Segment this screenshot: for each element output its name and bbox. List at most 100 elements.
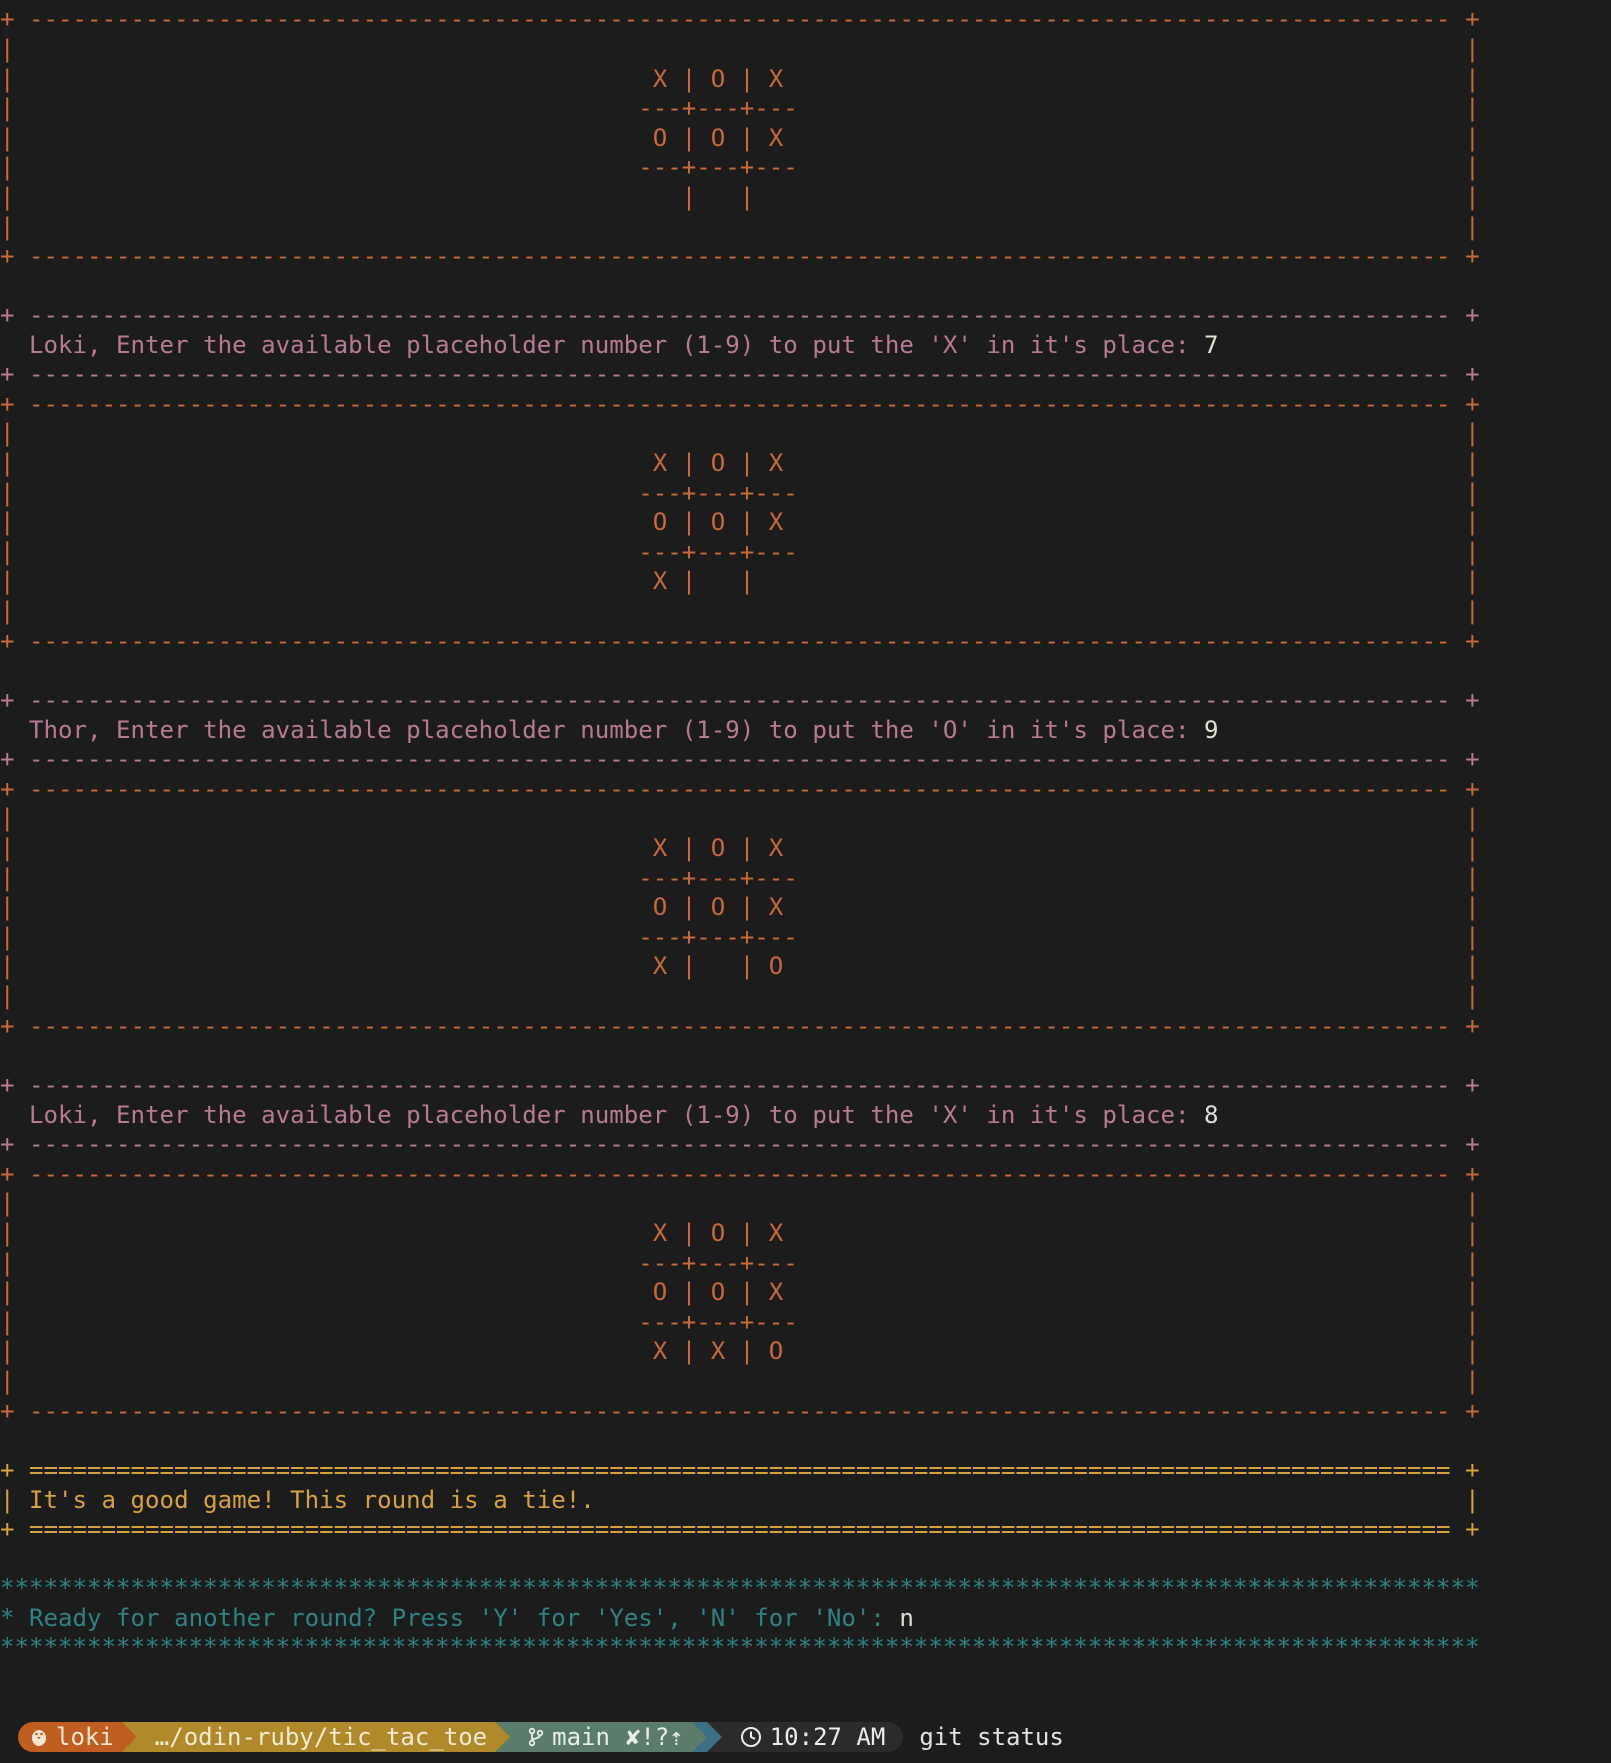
terminal-line-text: | ---+---+--- | bbox=[0, 538, 1480, 566]
terminal-line-text: Loki, Enter the available placeholder nu… bbox=[0, 1101, 1204, 1129]
terminal-line: + --------------------------------------… bbox=[0, 1071, 1480, 1100]
terminal-line: | ---+---+--- | bbox=[0, 94, 1480, 123]
terminal-line: | ---+---+--- | bbox=[0, 864, 1480, 893]
terminal-line-text: | O | O | X | bbox=[0, 124, 1480, 152]
terminal-line-text: | | bbox=[0, 1367, 1480, 1395]
terminal-line-text: | ---+---+--- | bbox=[0, 1308, 1480, 1336]
terminal-line: + ======================================… bbox=[0, 1456, 1480, 1485]
terminal-line-text: | ---+---+--- | bbox=[0, 153, 1480, 181]
prompt-user-segment: loki bbox=[18, 1722, 122, 1752]
terminal-line-text: | | bbox=[0, 982, 1480, 1010]
terminal-line: + --------------------------------------… bbox=[0, 1397, 1480, 1426]
terminal-line: | | bbox=[0, 419, 1480, 448]
terminal-line: | | bbox=[0, 982, 1480, 1011]
terminal-line: + --------------------------------------… bbox=[0, 360, 1480, 389]
terminal-line-text: + --------------------------------------… bbox=[0, 1397, 1480, 1425]
terminal-line: | ---+---+--- | bbox=[0, 1308, 1480, 1337]
terminal-line: | | | | bbox=[0, 183, 1480, 212]
terminal-line-text: + --------------------------------------… bbox=[0, 686, 1480, 714]
terminal-line-text: + --------------------------------------… bbox=[0, 5, 1480, 33]
terminal-line: | | bbox=[0, 1367, 1480, 1396]
terminal-line: | | bbox=[0, 597, 1480, 626]
terminal-line: | X | O | X | bbox=[0, 1219, 1480, 1248]
terminal-line-text: | ---+---+--- | bbox=[0, 923, 1480, 951]
terminal-line-text: + ======================================… bbox=[0, 1515, 1480, 1543]
terminal-line-text: | X | | | bbox=[0, 567, 1480, 595]
terminal-line: | O | O | X | bbox=[0, 124, 1480, 153]
terminal-line-text: | ---+---+--- | bbox=[0, 479, 1480, 507]
user-input-value: 9 bbox=[1203, 716, 1219, 744]
clock-icon bbox=[740, 1726, 762, 1748]
terminal-line: Thor, Enter the available placeholder nu… bbox=[0, 716, 1219, 745]
terminal-line: * Ready for another round? Press 'Y' for… bbox=[0, 1604, 914, 1633]
prompt-branch: main bbox=[552, 1723, 610, 1751]
terminal-line-text: + --------------------------------------… bbox=[0, 1071, 1480, 1099]
terminal-line-text: | | | | bbox=[0, 183, 1480, 211]
terminal-window[interactable]: + --------------------------------------… bbox=[0, 0, 1611, 1763]
prompt-time: 10:27 AM bbox=[769, 1723, 886, 1751]
user-input-value: n bbox=[899, 1604, 914, 1632]
terminal-line-text: | | bbox=[0, 597, 1480, 625]
terminal-line: | It's a good game! This round is a tie!… bbox=[0, 1486, 1480, 1515]
terminal-line: | X | O | X | bbox=[0, 449, 1480, 478]
terminal-line: + --------------------------------------… bbox=[0, 1160, 1480, 1189]
terminal-line-text: | ---+---+--- | bbox=[0, 864, 1480, 892]
terminal-line: | | bbox=[0, 213, 1480, 242]
terminal-line-text: | X | O | X | bbox=[0, 834, 1480, 862]
terminal-line: | X | X | O | bbox=[0, 1337, 1480, 1366]
terminal-line: | O | O | X | bbox=[0, 893, 1480, 922]
terminal-line: Loki, Enter the available placeholder nu… bbox=[0, 1101, 1219, 1130]
prompt-username: loki bbox=[56, 1723, 114, 1751]
terminal-line: | X | | O | bbox=[0, 952, 1480, 981]
terminal-line: + --------------------------------------… bbox=[0, 301, 1480, 330]
terminal-line-text: Thor, Enter the available placeholder nu… bbox=[0, 716, 1204, 744]
git-branch-icon bbox=[528, 1727, 544, 1747]
terminal-line: + --------------------------------------… bbox=[0, 1012, 1480, 1041]
terminal-line: | | bbox=[0, 1189, 1480, 1218]
terminal-line: Loki, Enter the available placeholder nu… bbox=[0, 331, 1219, 360]
terminal-line-text: | X | O | X | bbox=[0, 449, 1480, 477]
terminal-line-text: ****************************************… bbox=[0, 1633, 1480, 1661]
terminal-line: + --------------------------------------… bbox=[0, 390, 1480, 419]
terminal-line-text: | O | O | X | bbox=[0, 1278, 1480, 1306]
user-input-value: 7 bbox=[1203, 331, 1219, 359]
segment-separator bbox=[495, 1722, 511, 1752]
terminal-line: | ---+---+--- | bbox=[0, 479, 1480, 508]
terminal-line: + --------------------------------------… bbox=[0, 242, 1480, 271]
terminal-line-text: | ---+---+--- | bbox=[0, 94, 1480, 122]
terminal-line: | ---+---+--- | bbox=[0, 153, 1480, 182]
terminal-line-text: + --------------------------------------… bbox=[0, 1130, 1480, 1158]
terminal-line-text: + --------------------------------------… bbox=[0, 1012, 1480, 1040]
terminal-line: | X | O | X | bbox=[0, 834, 1480, 863]
terminal-line-text: | | bbox=[0, 1189, 1480, 1217]
terminal-line: + --------------------------------------… bbox=[0, 745, 1480, 774]
terminal-line-text: ****************************************… bbox=[0, 1574, 1480, 1602]
terminal-line-text: + --------------------------------------… bbox=[0, 390, 1480, 418]
terminal-line: | | bbox=[0, 35, 1480, 64]
terminal-line-text: | X | X | O | bbox=[0, 1337, 1480, 1365]
terminal-line: + --------------------------------------… bbox=[0, 686, 1480, 715]
terminal-line-text: | It's a good game! This round is a tie!… bbox=[0, 1486, 1480, 1514]
terminal-line-text: | X | | O | bbox=[0, 952, 1480, 980]
command-input[interactable]: git status bbox=[919, 1723, 1064, 1751]
terminal-line: | ---+---+--- | bbox=[0, 538, 1480, 567]
terminal-line-text: + --------------------------------------… bbox=[0, 360, 1480, 388]
terminal-line: ****************************************… bbox=[0, 1574, 1480, 1603]
terminal-line-text: Loki, Enter the available placeholder nu… bbox=[0, 331, 1204, 359]
terminal-line-text: + --------------------------------------… bbox=[0, 1160, 1480, 1188]
terminal-line-text: | | bbox=[0, 35, 1480, 63]
terminal-line-text: | X | O | X | bbox=[0, 1219, 1480, 1247]
terminal-line: | ---+---+--- | bbox=[0, 923, 1480, 952]
terminal-line: | O | O | X | bbox=[0, 508, 1480, 537]
prompt-git-segment: main ✘!?⇡ bbox=[510, 1722, 692, 1752]
terminal-line-text: | ---+---+--- | bbox=[0, 1249, 1480, 1277]
segment-separator bbox=[691, 1722, 707, 1752]
terminal-line: | X | O | X | bbox=[0, 65, 1480, 94]
terminal-line-text: | X | O | X | bbox=[0, 65, 1480, 93]
terminal-line-text: + --------------------------------------… bbox=[0, 745, 1480, 773]
terminal-line: + --------------------------------------… bbox=[0, 1130, 1480, 1159]
terminal-line-text: + ======================================… bbox=[0, 1456, 1480, 1484]
prompt-time-segment: 10:27 AM bbox=[721, 1722, 904, 1752]
prompt-path-segment: …/odin-ruby/tic_tac_toe bbox=[136, 1722, 496, 1752]
terminal-line-text: | O | O | X | bbox=[0, 508, 1480, 536]
